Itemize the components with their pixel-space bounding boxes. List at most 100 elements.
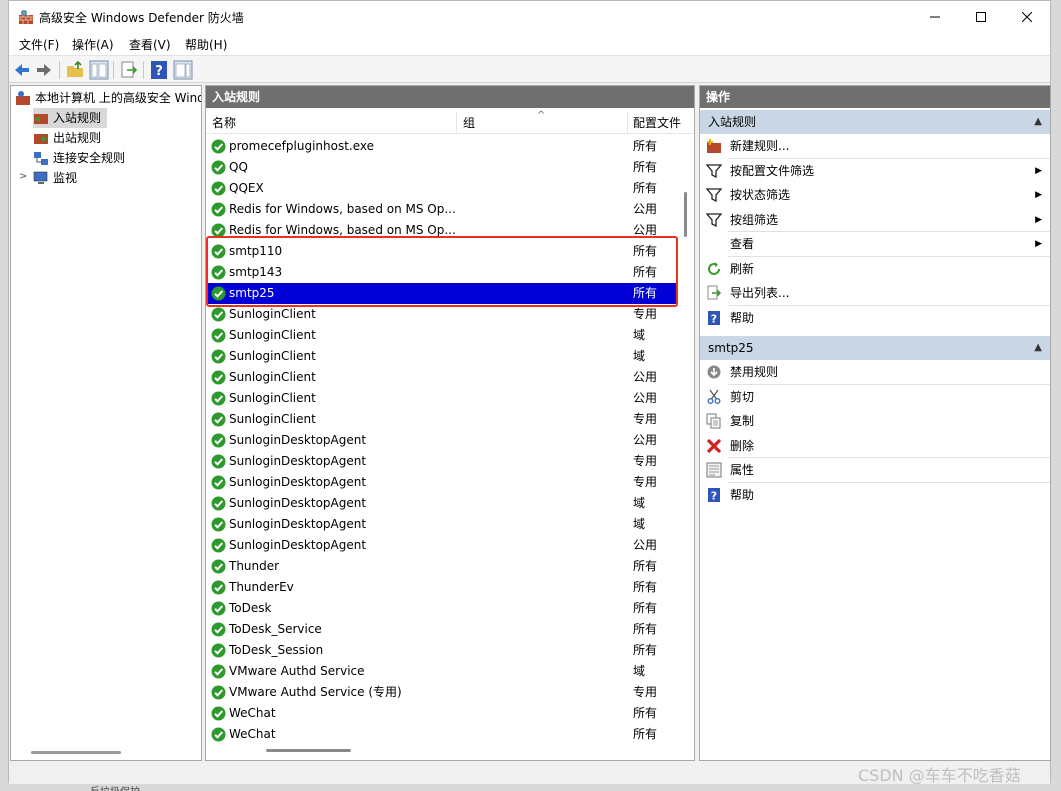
rule-row[interactable]: smtp110 所有 <box>206 241 678 262</box>
rule-row[interactable]: SunloginDesktopAgent 专用 <box>206 472 678 493</box>
column-header-profile[interactable]: 配置文件 <box>627 110 687 134</box>
firewall-window: 高级安全 Windows Defender 防火墙 文件(F) 操作(A) 查看… <box>8 0 1051 784</box>
collapse-up-icon[interactable]: ▲ <box>1034 110 1042 134</box>
rule-name: VMware Authd Service <box>229 664 365 678</box>
section-inbound-rules[interactable]: 入站规则 ▲ <box>700 110 1050 134</box>
rule-row[interactable]: SunloginClient 公用 <box>206 367 678 388</box>
rule-row[interactable]: QQEX 所有 <box>206 178 678 199</box>
action-item[interactable]: 按配置文件筛选 ▶ <box>700 159 1050 183</box>
enabled-check-icon <box>211 559 226 574</box>
action-item[interactable]: 导出列表... <box>700 281 1050 305</box>
minimize-button[interactable] <box>912 1 958 33</box>
show-hide-tree-icon[interactable] <box>89 60 109 80</box>
rule-name: smtp143 <box>229 265 283 279</box>
toolbar-separator <box>143 61 144 79</box>
menu-file[interactable]: 文件(F) <box>19 36 59 53</box>
maximize-icon <box>976 12 986 22</box>
enabled-check-icon <box>211 517 226 532</box>
action-item[interactable]: 禁用规则 <box>700 360 1050 384</box>
action-item[interactable]: 复制 <box>700 409 1050 433</box>
tree-horizontal-scrollbar[interactable] <box>31 751 121 754</box>
action-label: 属性 <box>730 463 755 477</box>
export-icon[interactable] <box>119 60 139 80</box>
rule-row[interactable]: VMware Authd Service 域 <box>206 661 678 682</box>
action-label: 新建规则... <box>730 139 790 153</box>
filter-icon <box>705 212 723 228</box>
rule-profile: 专用 <box>633 475 658 489</box>
section-selected-rule[interactable]: smtp25 ▲ <box>700 336 1050 360</box>
rule-row[interactable]: WeChat 所有 <box>206 724 678 745</box>
action-item[interactable]: 新建规则... <box>700 134 1050 158</box>
rule-row[interactable]: ThunderEv 所有 <box>206 577 678 598</box>
action-item[interactable]: 删除 <box>700 434 1050 458</box>
close-button[interactable] <box>1004 1 1050 33</box>
rule-row[interactable]: SunloginDesktopAgent 公用 <box>206 535 678 556</box>
back-arrow-icon[interactable] <box>12 60 32 80</box>
horizontal-scrollbar[interactable] <box>266 749 351 752</box>
enabled-check-icon <box>211 580 226 595</box>
rule-profile: 所有 <box>633 643 658 657</box>
rule-profile: 公用 <box>633 433 658 447</box>
expand-chevron-icon[interactable]: > <box>19 171 27 182</box>
rule-row[interactable]: SunloginDesktopAgent 域 <box>206 514 678 535</box>
action-item[interactable]: 刷新 <box>700 257 1050 281</box>
rule-row[interactable]: QQ 所有 <box>206 157 678 178</box>
rule-row[interactable]: smtp25 所有 <box>206 283 678 304</box>
rule-name: SunloginClient <box>229 370 316 384</box>
rule-row[interactable]: smtp143 所有 <box>206 262 678 283</box>
menu-help[interactable]: 帮助(H) <box>185 36 227 53</box>
help-icon[interactable]: ? <box>149 60 169 80</box>
action-item[interactable]: ? 帮助 <box>700 483 1050 507</box>
rule-row[interactable]: Redis for Windows, based on MS Op... 公用 <box>206 220 678 241</box>
rule-row[interactable]: Redis for Windows, based on MS Op... 公用 <box>206 199 678 220</box>
enabled-check-icon <box>211 160 226 175</box>
action-item[interactable]: 按状态筛选 ▶ <box>700 183 1050 207</box>
submenu-arrow-icon: ▶ <box>1035 190 1042 200</box>
rule-row[interactable]: ToDesk 所有 <box>206 598 678 619</box>
rule-name: smtp110 <box>229 244 283 258</box>
forward-arrow-icon[interactable] <box>34 60 54 80</box>
maximize-button[interactable] <box>958 1 1004 33</box>
enabled-check-icon <box>211 706 226 721</box>
tree-root-label: 本地计算机 上的高级安全 Windows <box>35 91 201 105</box>
rule-name: ToDesk_Service <box>229 622 322 636</box>
rule-profile: 专用 <box>633 454 658 468</box>
rule-row[interactable]: SunloginDesktopAgent 公用 <box>206 430 678 451</box>
rule-profile: 域 <box>633 517 646 531</box>
tree-item-inbound[interactable]: 入站规则 <box>33 108 107 128</box>
enabled-check-icon <box>211 412 226 427</box>
action-item[interactable]: 查看 ▶ <box>700 232 1050 256</box>
action-item[interactable]: ? 帮助 <box>700 306 1050 330</box>
action-item[interactable]: 按组筛选 ▶ <box>700 208 1050 232</box>
rule-row[interactable]: SunloginClient 公用 <box>206 388 678 409</box>
rule-row[interactable]: WeChat 所有 <box>206 703 678 724</box>
outbound-rules-icon <box>34 134 48 144</box>
section-title: smtp25 <box>708 341 754 355</box>
rule-row[interactable]: SunloginDesktopAgent 专用 <box>206 451 678 472</box>
action-label: 按配置文件筛选 <box>730 163 815 178</box>
enabled-check-icon <box>211 370 226 385</box>
vertical-scrollbar[interactable] <box>684 192 687 237</box>
rule-row[interactable]: ToDesk_Session 所有 <box>206 640 678 661</box>
help-icon: ? <box>706 487 722 503</box>
rule-row[interactable]: SunloginClient 专用 <box>206 304 678 325</box>
column-header-name[interactable]: 名称 <box>206 110 456 134</box>
menu-action[interactable]: 操作(A) <box>72 36 114 53</box>
action-item[interactable]: 属性 <box>700 458 1050 482</box>
enabled-check-icon <box>211 349 226 364</box>
enabled-check-icon <box>211 664 226 679</box>
rule-row[interactable]: ToDesk_Service 所有 <box>206 619 678 640</box>
rule-row[interactable]: SunloginClient 专用 <box>206 409 678 430</box>
rule-row[interactable]: VMware Authd Service (专用) 专用 <box>206 682 678 703</box>
show-action-pane-icon[interactable] <box>173 60 193 80</box>
collapse-up-icon[interactable]: ▲ <box>1034 336 1042 360</box>
up-folder-icon[interactable] <box>65 60 85 80</box>
rule-row[interactable]: Thunder 所有 <box>206 556 678 577</box>
rule-row[interactable]: SunloginClient 域 <box>206 346 678 367</box>
rule-profile: 所有 <box>633 139 658 153</box>
action-item[interactable]: 剪切 <box>700 385 1050 409</box>
rule-row[interactable]: promecefpluginhost.exe 所有 <box>206 136 678 157</box>
rule-row[interactable]: SunloginDesktopAgent 域 <box>206 493 678 514</box>
rule-row[interactable]: SunloginClient 域 <box>206 325 678 346</box>
menu-view[interactable]: 查看(V) <box>129 36 171 53</box>
